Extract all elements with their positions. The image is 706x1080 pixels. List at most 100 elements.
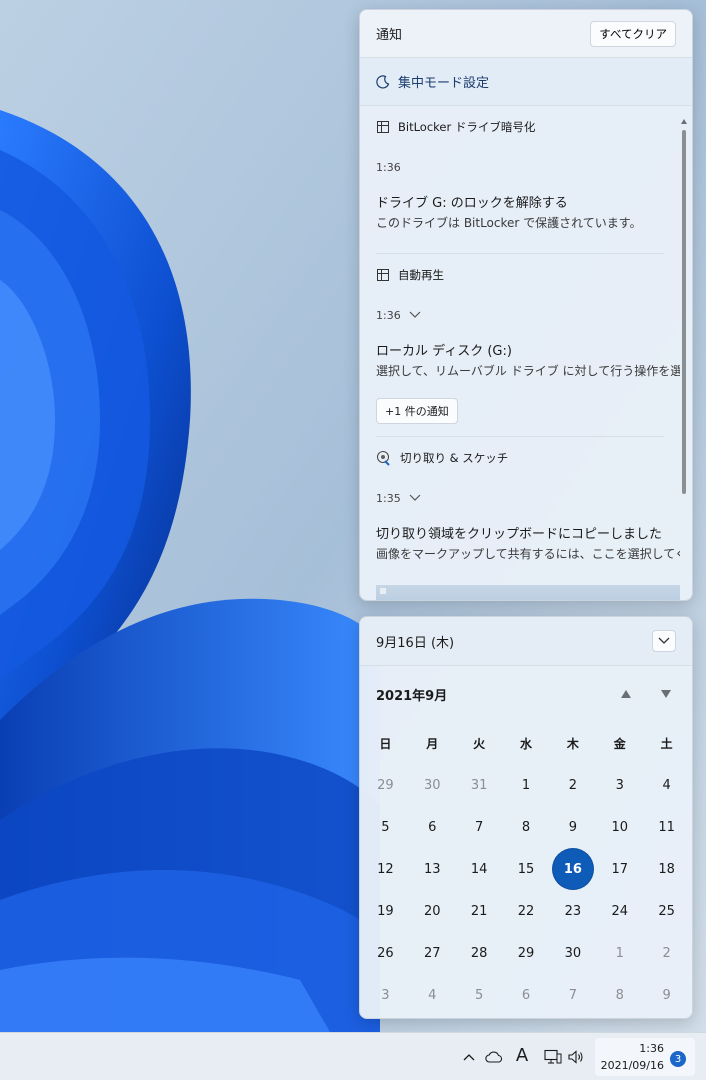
notification-body-text: このドライブは BitLocker で保護されています。 xyxy=(376,216,642,230)
calendar-day[interactable]: 11 xyxy=(643,820,690,835)
collapse-calendar-button[interactable] xyxy=(652,630,676,652)
day-number: 1 xyxy=(615,945,624,961)
calendar-week-row: 26 27 28 29 30 1 2 xyxy=(362,932,690,974)
calendar-day[interactable]: 26 xyxy=(362,946,409,961)
scrollbar-thumb[interactable] xyxy=(682,130,686,494)
calendar-day[interactable]: 14 xyxy=(456,862,503,877)
calendar-day[interactable]: 7 xyxy=(549,988,596,1003)
calendar-day-today[interactable]: 16 xyxy=(549,849,596,889)
notification-list: BitLocker ドライブ暗号化 1:36 ドライブ G: のロックを解除する… xyxy=(360,106,680,600)
calendar-day[interactable]: 5 xyxy=(362,820,409,835)
calendar-day[interactable]: 27 xyxy=(409,946,456,961)
calendar-day[interactable]: 30 xyxy=(409,778,456,793)
calendar-day[interactable]: 2 xyxy=(643,946,690,961)
weekday-label: 水 xyxy=(520,736,533,751)
calendar-week-row: 29 30 31 1 2 3 4 xyxy=(362,764,690,806)
calendar-day[interactable]: 24 xyxy=(596,904,643,919)
calendar-day[interactable]: 2 xyxy=(549,778,596,793)
weekday-label: 日 xyxy=(379,736,392,751)
calendar-day[interactable]: 12 xyxy=(362,862,409,877)
day-number: 1 xyxy=(521,777,531,793)
calendar-day[interactable]: 8 xyxy=(503,820,550,835)
notification-group-bitlocker[interactable]: BitLocker ドライブ暗号化 1:36 ドライブ G: のロックを解除する… xyxy=(360,106,680,254)
day-number: 7 xyxy=(568,987,577,1003)
calendar-day[interactable]: 25 xyxy=(643,904,690,919)
calendar-day[interactable]: 31 xyxy=(456,778,503,793)
calendar-day[interactable]: 29 xyxy=(503,946,550,961)
calendar-day[interactable]: 10 xyxy=(596,820,643,835)
notification-header: 通知 すべてクリア xyxy=(360,10,692,58)
calendar-day[interactable]: 4 xyxy=(409,988,456,1003)
autoplay-app-icon xyxy=(376,268,390,282)
network-tray-button[interactable] xyxy=(543,1047,563,1067)
day-number: 20 xyxy=(424,903,441,919)
notification-time: 1:36 xyxy=(376,296,680,334)
calendar-weeks: 29 30 31 1 2 3 4 5 6 7 8 9 10 11 12 13 14 15 16 17 18 19 20 21 2… xyxy=(362,764,690,1016)
weekday-label: 火 xyxy=(473,736,486,751)
calendar-day[interactable]: 29 xyxy=(362,778,409,793)
focus-assist-settings-link[interactable]: 集中モード設定 xyxy=(360,58,692,106)
day-number: 6 xyxy=(521,987,531,1003)
scroll-down-arrow-icon[interactable] xyxy=(680,598,688,601)
snip-sketch-app-icon xyxy=(376,450,392,466)
day-number: 7 xyxy=(475,819,484,835)
calendar-day[interactable]: 6 xyxy=(409,820,456,835)
notification-title-text: 切り取り領域をクリップボードにコピーしました xyxy=(376,527,663,542)
calendar-day[interactable]: 21 xyxy=(456,904,503,919)
notification-scrollbar[interactable] xyxy=(680,114,688,601)
calendar-day[interactable]: 7 xyxy=(456,820,503,835)
calendar-day[interactable]: 20 xyxy=(409,904,456,919)
ime-mode-indicator[interactable]: A xyxy=(512,1045,532,1066)
calendar-day[interactable]: 15 xyxy=(503,862,550,877)
chevron-down-icon[interactable] xyxy=(409,492,421,505)
onedrive-tray-button[interactable] xyxy=(484,1047,504,1067)
calendar-day[interactable]: 23 xyxy=(549,904,596,919)
clock-notification-button[interactable]: 1:36 2021/09/16 3 xyxy=(595,1038,695,1076)
calendar-day[interactable]: 22 xyxy=(503,904,550,919)
weekday-label: 土 xyxy=(660,736,673,751)
scroll-up-arrow-icon[interactable] xyxy=(680,116,688,126)
calendar-day[interactable]: 18 xyxy=(643,862,690,877)
day-number: 22 xyxy=(517,903,535,919)
calendar-day[interactable]: 5 xyxy=(456,988,503,1003)
notification-body-text: 画像をマークアップして共有するには、ここを選択してください。 xyxy=(376,547,680,561)
time-label: 1:35 xyxy=(376,491,401,505)
calendar-week-row: 19 20 21 22 23 24 25 xyxy=(362,890,690,932)
calendar-day[interactable]: 30 xyxy=(549,946,596,961)
calendar-day[interactable]: 6 xyxy=(503,988,550,1003)
calendar-day[interactable]: 4 xyxy=(643,778,690,793)
day-number: 2 xyxy=(568,777,577,793)
month-label[interactable]: 2021年9月 xyxy=(376,685,596,704)
group-header: 自動再生 xyxy=(376,254,680,296)
calendar-day[interactable]: 3 xyxy=(362,988,409,1003)
calendar-grid: 日月火水木金土 29 30 31 1 2 3 4 5 6 7 8 9 10 11 12 13 14 15 16 17 1… xyxy=(360,722,692,1016)
calendar-day[interactable]: 3 xyxy=(596,778,643,793)
previous-month-button[interactable] xyxy=(616,684,636,704)
chevron-down-icon[interactable] xyxy=(409,309,421,322)
day-number: 3 xyxy=(381,987,390,1003)
calendar-day[interactable]: 17 xyxy=(596,862,643,877)
clear-all-button[interactable]: すべてクリア xyxy=(590,20,676,47)
calendar-day[interactable]: 13 xyxy=(409,862,456,877)
notification-title-text: ドライブ G: のロックを解除する xyxy=(376,196,568,211)
notification-group-snip-sketch[interactable]: 切り取り & スケッチ 1:35 切り取り領域をクリップボードにコピーしました … xyxy=(360,437,680,600)
calendar-day[interactable]: 8 xyxy=(596,988,643,1003)
day-number: 12 xyxy=(377,861,394,877)
notification-group-autoplay[interactable]: 自動再生 1:36 ローカル ディスク (G:) 選択して、リムーバブル ドライ… xyxy=(360,254,680,437)
calendar-day[interactable]: 9 xyxy=(643,988,690,1003)
volume-tray-button[interactable] xyxy=(567,1047,585,1067)
calendar-day[interactable]: 19 xyxy=(362,904,409,919)
day-number: 10 xyxy=(611,819,628,835)
more-notifications-button[interactable]: +1 件の通知 xyxy=(376,398,458,424)
calendar-day[interactable]: 1 xyxy=(596,946,643,961)
calendar-day[interactable]: 9 xyxy=(549,820,596,835)
screenshot-thumbnail[interactable] xyxy=(376,585,680,600)
day-number: 23 xyxy=(564,903,582,919)
calendar-day[interactable]: 28 xyxy=(456,946,503,961)
calendar-header: 9月16日 (木) xyxy=(360,617,692,666)
group-header: BitLocker ドライブ暗号化 xyxy=(376,106,680,148)
day-number: 4 xyxy=(662,777,671,793)
next-month-button[interactable] xyxy=(656,684,676,704)
show-hidden-icons-button[interactable] xyxy=(461,1047,477,1067)
calendar-day[interactable]: 1 xyxy=(503,778,550,793)
